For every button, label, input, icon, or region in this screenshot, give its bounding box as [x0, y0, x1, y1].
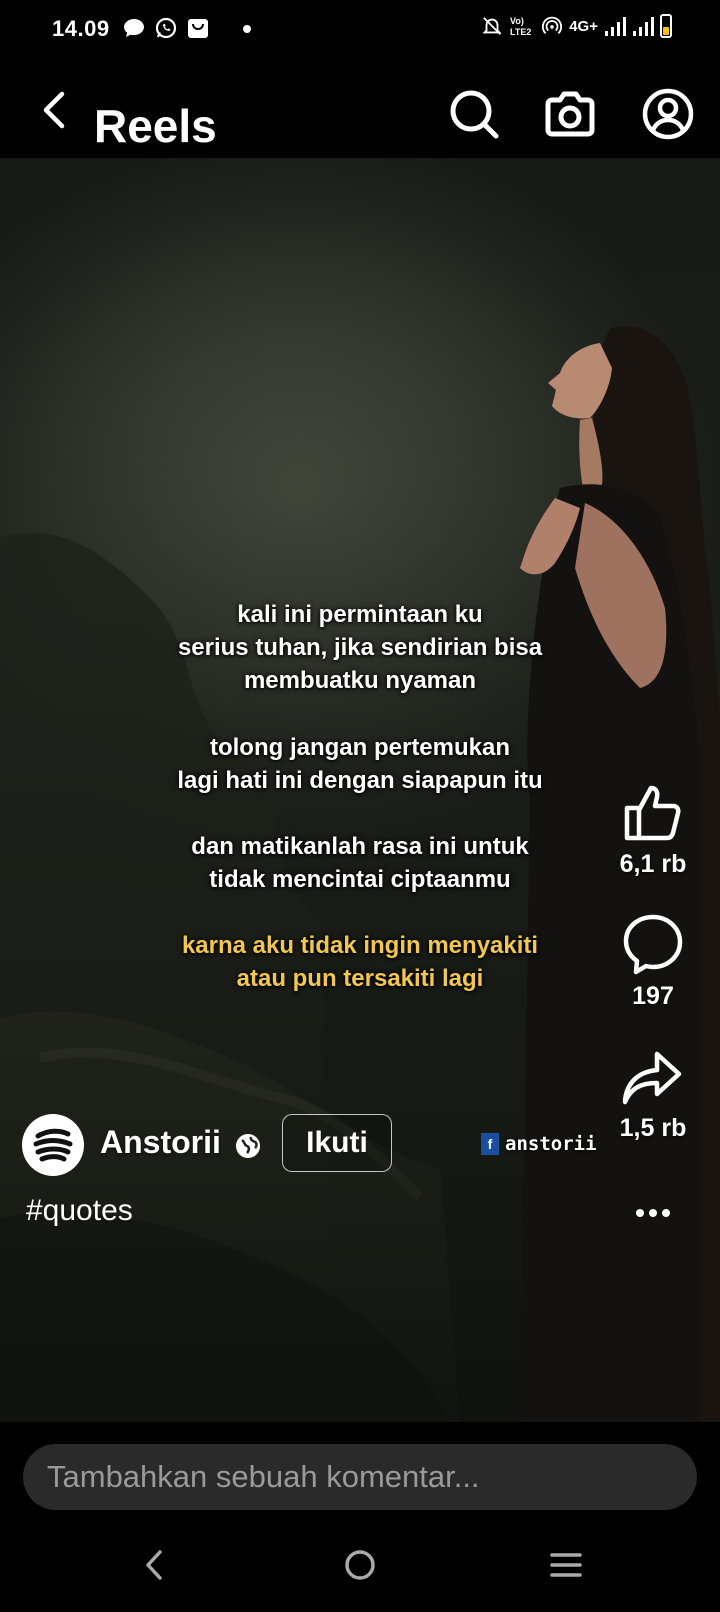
whatsapp-icon	[155, 17, 177, 39]
share-button[interactable]: 1,5 rb	[608, 1048, 698, 1143]
camera-icon[interactable]	[542, 86, 598, 142]
like-button[interactable]: 6,1 rb	[608, 780, 698, 879]
status-right-icons: Vo) LTE2 4G+	[481, 14, 672, 38]
facebook-badge-icon: f	[481, 1133, 499, 1155]
status-time: 14.09	[52, 16, 110, 41]
caption-paragraph-highlight: karna aku tidak ingin menyakiti atau pun…	[181, 932, 539, 992]
notification-dot	[243, 25, 251, 33]
nav-home-icon[interactable]	[330, 1540, 390, 1590]
avatar[interactable]	[22, 1114, 84, 1176]
mute-bell-icon	[482, 17, 502, 35]
svg-text:Vo): Vo)	[510, 16, 524, 26]
author-name[interactable]: Anstorii	[100, 1124, 221, 1161]
comment-count: 197	[632, 982, 674, 1010]
caption-paragraph: dan matikanlah rasa ini untuk tidak menc…	[191, 833, 529, 893]
status-left-icons	[122, 16, 210, 40]
author-logo-icon	[23, 1115, 83, 1175]
share-count: 1,5 rb	[619, 1114, 687, 1142]
comment-bar	[0, 1422, 720, 1522]
svg-text:LTE2: LTE2	[510, 27, 531, 37]
watermark-name: anstorii	[505, 1133, 597, 1155]
caption-paragraph: kali ini permintaan ku serius tuhan, jik…	[177, 601, 543, 694]
like-count: 6,1 rb	[619, 850, 687, 878]
comment-input[interactable]	[23, 1444, 697, 1510]
signal-icon	[605, 17, 626, 36]
nav-recents-icon[interactable]	[536, 1540, 596, 1590]
battery-icon	[660, 14, 672, 38]
profile-icon[interactable]	[640, 86, 696, 142]
signal-icon	[633, 17, 654, 36]
network-type: 4G+	[569, 17, 598, 35]
search-icon[interactable]	[446, 86, 502, 142]
back-icon[interactable]	[34, 86, 74, 134]
globe-icon	[236, 1134, 260, 1158]
share-icon	[622, 1051, 682, 1105]
comment-icon	[623, 914, 683, 975]
volte-icon: Vo)LTE2	[510, 16, 531, 37]
caption-paragraph: tolong jangan pertemukan lagi hati ini d…	[177, 734, 543, 794]
more-options-icon[interactable]	[636, 1198, 676, 1228]
system-nav-bar	[0, 1522, 720, 1612]
reels-header: Reels	[0, 62, 720, 158]
shopping-bag-icon	[188, 19, 208, 38]
status-bar: 14.09 Vo) LTE2 4G+	[0, 0, 720, 62]
watermark: f anstorii	[481, 1133, 597, 1155]
chat-icon	[124, 19, 144, 37]
hashtag-link[interactable]: #quotes	[26, 1194, 133, 1228]
comment-button[interactable]: 197	[608, 912, 698, 1011]
nav-back-icon[interactable]	[124, 1540, 184, 1590]
follow-button[interactable]: Ikuti	[282, 1114, 392, 1172]
hotspot-icon	[542, 16, 563, 34]
like-icon	[624, 785, 681, 841]
page-title: Reels	[94, 100, 217, 152]
